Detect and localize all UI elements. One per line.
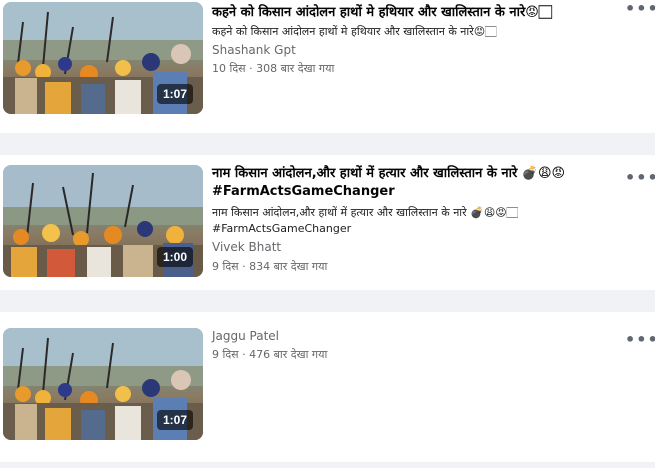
more-options-icon[interactable]: ••• — [625, 1, 655, 17]
video-author[interactable]: Vivek Bhatt — [212, 240, 281, 254]
video-author[interactable]: Jaggu Patel — [212, 329, 279, 343]
video-thumbnail[interactable]: 1:00 — [3, 165, 203, 277]
video-date-views: 9 दिस · 476 बार देखा गया — [212, 348, 328, 361]
video-thumbnail[interactable]: 1:07 — [3, 2, 203, 114]
video-duration-badge: 1:07 — [156, 410, 193, 430]
video-result-card[interactable]: 1:00 नाम किसान आंदोलन,और हाथों में हत्या… — [0, 155, 655, 290]
more-options-icon[interactable]: ••• — [625, 332, 655, 348]
more-options-icon[interactable]: ••• — [625, 170, 655, 186]
video-duration-badge: 1:07 — [156, 84, 193, 104]
video-result-card[interactable]: 1:07 कहने को किसान आंदोलन हाथों मे हथिया… — [0, 0, 655, 133]
video-author[interactable]: Shashank Gpt — [212, 43, 296, 57]
video-title[interactable]: कहने को किसान आंदोलन हाथों मे हथियार और … — [212, 4, 617, 22]
video-description: कहने को किसान आंदोलन हाथों मे हथियार और … — [212, 25, 497, 38]
video-title[interactable]: नाम किसान आंदोलन,और हाथों में हत्यार और … — [212, 165, 617, 201]
video-date-views: 10 दिस · 308 बार देखा गया — [212, 62, 335, 75]
video-duration-badge: 1:00 — [156, 247, 193, 267]
video-result-card[interactable]: 1:07 Jaggu Patel 9 दिस · 476 बार देखा गय… — [0, 312, 655, 462]
video-date-views: 9 दिस · 834 बार देखा गया — [212, 260, 328, 273]
video-description: नाम किसान आंदोलन,और हाथों में हत्यार और … — [212, 206, 518, 235]
video-thumbnail[interactable]: 1:07 — [3, 328, 203, 440]
